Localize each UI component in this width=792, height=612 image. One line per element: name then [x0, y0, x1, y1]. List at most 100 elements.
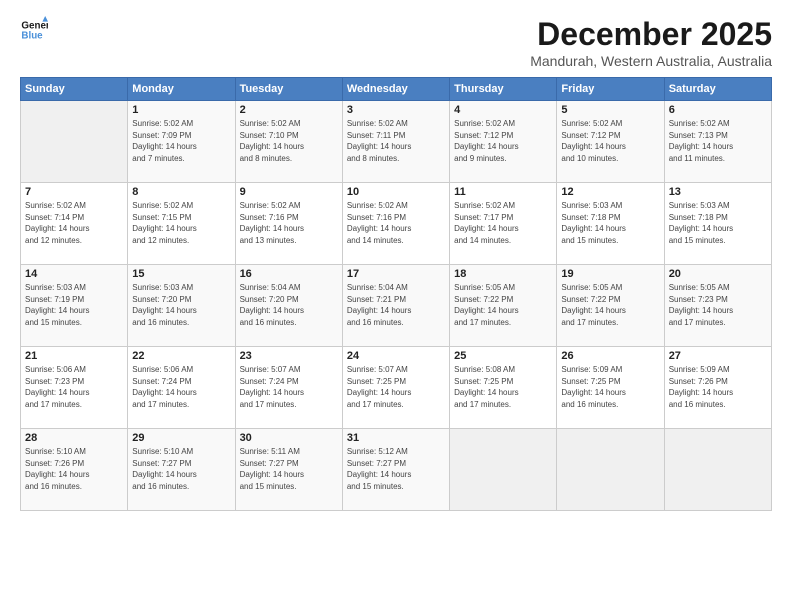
day-number: 29: [132, 432, 230, 444]
day-cell: [664, 429, 771, 511]
day-info: Sunrise: 5:03 AM Sunset: 7:18 PM Dayligh…: [561, 200, 659, 246]
day-info: Sunrise: 5:02 AM Sunset: 7:13 PM Dayligh…: [669, 118, 767, 164]
day-number: 30: [240, 432, 338, 444]
location-title: Mandurah, Western Australia, Australia: [530, 53, 772, 69]
day-info: Sunrise: 5:07 AM Sunset: 7:24 PM Dayligh…: [240, 364, 338, 410]
week-row-3: 14Sunrise: 5:03 AM Sunset: 7:19 PM Dayli…: [21, 265, 772, 347]
day-info: Sunrise: 5:02 AM Sunset: 7:14 PM Dayligh…: [25, 200, 123, 246]
day-cell: 3 Sunrise: 5:02 AM Sunset: 7:11 PM Daylig…: [342, 101, 449, 183]
day-cell: 6Sunrise: 5:02 AM Sunset: 7:13 PM Daylig…: [664, 101, 771, 183]
day-number: 18: [454, 268, 552, 280]
day-number: 17: [347, 268, 445, 280]
day-cell: 19 Sunrise: 5:05 AM Sunset: 7:22 PM Dayli…: [557, 265, 664, 347]
day-number: 8: [132, 186, 230, 198]
day-cell: 9 Sunrise: 5:02 AM Sunset: 7:16 PM Daylig…: [235, 183, 342, 265]
day-info: Sunrise: 5:04 AM Sunset: 7:21 PM Dayligh…: [347, 282, 445, 328]
day-number: 11: [454, 186, 552, 198]
day-number: 22: [132, 350, 230, 362]
month-title: December 2025: [530, 16, 772, 53]
day-cell: 23 Sunrise: 5:07 AM Sunset: 7:24 PM Dayli…: [235, 347, 342, 429]
header-cell-tuesday: Tuesday: [235, 78, 342, 101]
day-info: Sunrise: 5:05 AM Sunset: 7:22 PM Dayligh…: [561, 282, 659, 328]
week-row-2: 7 Sunrise: 5:02 AM Sunset: 7:14 PM Daylig…: [21, 183, 772, 265]
day-cell: 30 Sunrise: 5:11 AM Sunset: 7:27 PM Dayli…: [235, 429, 342, 511]
header: General Blue General Blue December 2025 …: [20, 16, 772, 69]
day-cell: 15 Sunrise: 5:03 AM Sunset: 7:20 PM Dayli…: [128, 265, 235, 347]
day-info: Sunrise: 5:07 AM Sunset: 7:25 PM Dayligh…: [347, 364, 445, 410]
header-cell-monday: Monday: [128, 78, 235, 101]
day-info: Sunrise: 5:10 AM Sunset: 7:26 PM Dayligh…: [25, 446, 123, 492]
day-info: Sunrise: 5:09 AM Sunset: 7:26 PM Dayligh…: [669, 364, 767, 410]
day-number: 31: [347, 432, 445, 444]
day-cell: 21 Sunrise: 5:06 AM Sunset: 7:23 PM Dayli…: [21, 347, 128, 429]
day-number: 24: [347, 350, 445, 362]
week-row-1: 1 Sunrise: 5:02 AM Sunset: 7:09 PM Daylig…: [21, 101, 772, 183]
day-number: 12: [561, 186, 659, 198]
day-info: Sunrise: 5:02 AM Sunset: 7:16 PM Dayligh…: [347, 200, 445, 246]
day-info: Sunrise: 5:03 AM Sunset: 7:18 PM Dayligh…: [669, 200, 767, 246]
day-cell: 28Sunrise: 5:10 AM Sunset: 7:26 PM Dayli…: [21, 429, 128, 511]
day-cell: 2 Sunrise: 5:02 AM Sunset: 7:10 PM Daylig…: [235, 101, 342, 183]
day-number: 23: [240, 350, 338, 362]
week-row-5: 28Sunrise: 5:10 AM Sunset: 7:26 PM Dayli…: [21, 429, 772, 511]
day-number: 5: [561, 104, 659, 116]
day-number: 14: [25, 268, 123, 280]
calendar-table: SundayMondayTuesdayWednesdayThursdayFrid…: [20, 77, 772, 511]
day-info: Sunrise: 5:02 AM Sunset: 7:12 PM Dayligh…: [454, 118, 552, 164]
logo-icon: General Blue: [20, 16, 48, 44]
day-cell: 1 Sunrise: 5:02 AM Sunset: 7:09 PM Daylig…: [128, 101, 235, 183]
day-number: 1: [132, 104, 230, 116]
day-number: 2: [240, 104, 338, 116]
day-info: Sunrise: 5:02 AM Sunset: 7:09 PM Dayligh…: [132, 118, 230, 164]
day-cell: 8 Sunrise: 5:02 AM Sunset: 7:15 PM Daylig…: [128, 183, 235, 265]
day-cell: 10Sunrise: 5:02 AM Sunset: 7:16 PM Dayli…: [342, 183, 449, 265]
day-number: 13: [669, 186, 767, 198]
day-cell: 24 Sunrise: 5:07 AM Sunset: 7:25 PM Dayli…: [342, 347, 449, 429]
day-info: Sunrise: 5:02 AM Sunset: 7:11 PM Dayligh…: [347, 118, 445, 164]
day-cell: [21, 101, 128, 183]
day-info: Sunrise: 5:09 AM Sunset: 7:25 PM Dayligh…: [561, 364, 659, 410]
day-cell: 31 Sunrise: 5:12 AM Sunset: 7:27 PM Dayli…: [342, 429, 449, 511]
day-number: 9: [240, 186, 338, 198]
day-number: 26: [561, 350, 659, 362]
day-cell: 14Sunrise: 5:03 AM Sunset: 7:19 PM Dayli…: [21, 265, 128, 347]
day-cell: 27 Sunrise: 5:09 AM Sunset: 7:26 PM Dayli…: [664, 347, 771, 429]
day-cell: 7 Sunrise: 5:02 AM Sunset: 7:14 PM Daylig…: [21, 183, 128, 265]
day-cell: 13 Sunrise: 5:03 AM Sunset: 7:18 PM Dayli…: [664, 183, 771, 265]
day-number: 19: [561, 268, 659, 280]
day-info: Sunrise: 5:08 AM Sunset: 7:25 PM Dayligh…: [454, 364, 552, 410]
day-number: 15: [132, 268, 230, 280]
day-cell: 22 Sunrise: 5:06 AM Sunset: 7:24 PM Dayli…: [128, 347, 235, 429]
day-info: Sunrise: 5:05 AM Sunset: 7:23 PM Dayligh…: [669, 282, 767, 328]
day-number: 16: [240, 268, 338, 280]
day-cell: 26 Sunrise: 5:09 AM Sunset: 7:25 PM Dayli…: [557, 347, 664, 429]
day-info: Sunrise: 5:02 AM Sunset: 7:15 PM Dayligh…: [132, 200, 230, 246]
day-number: 7: [25, 186, 123, 198]
day-cell: [557, 429, 664, 511]
day-number: 21: [25, 350, 123, 362]
header-row: SundayMondayTuesdayWednesdayThursdayFrid…: [21, 78, 772, 101]
day-info: Sunrise: 5:06 AM Sunset: 7:24 PM Dayligh…: [132, 364, 230, 410]
day-info: Sunrise: 5:11 AM Sunset: 7:27 PM Dayligh…: [240, 446, 338, 492]
header-cell-saturday: Saturday: [664, 78, 771, 101]
day-cell: 18Sunrise: 5:05 AM Sunset: 7:22 PM Dayli…: [450, 265, 557, 347]
header-cell-thursday: Thursday: [450, 78, 557, 101]
day-info: Sunrise: 5:04 AM Sunset: 7:20 PM Dayligh…: [240, 282, 338, 328]
title-block: December 2025 Mandurah, Western Australi…: [530, 16, 772, 69]
day-info: Sunrise: 5:02 AM Sunset: 7:16 PM Dayligh…: [240, 200, 338, 246]
day-info: Sunrise: 5:06 AM Sunset: 7:23 PM Dayligh…: [25, 364, 123, 410]
day-cell: 12 Sunrise: 5:03 AM Sunset: 7:18 PM Dayli…: [557, 183, 664, 265]
day-cell: 16 Sunrise: 5:04 AM Sunset: 7:20 PM Dayli…: [235, 265, 342, 347]
svg-text:Blue: Blue: [21, 30, 43, 41]
day-number: 27: [669, 350, 767, 362]
day-info: Sunrise: 5:12 AM Sunset: 7:27 PM Dayligh…: [347, 446, 445, 492]
day-info: Sunrise: 5:10 AM Sunset: 7:27 PM Dayligh…: [132, 446, 230, 492]
day-cell: 11Sunrise: 5:02 AM Sunset: 7:17 PM Dayli…: [450, 183, 557, 265]
day-info: Sunrise: 5:02 AM Sunset: 7:12 PM Dayligh…: [561, 118, 659, 164]
day-info: Sunrise: 5:02 AM Sunset: 7:10 PM Dayligh…: [240, 118, 338, 164]
day-cell: 20Sunrise: 5:05 AM Sunset: 7:23 PM Dayli…: [664, 265, 771, 347]
day-number: 25: [454, 350, 552, 362]
day-number: 3: [347, 104, 445, 116]
day-info: Sunrise: 5:03 AM Sunset: 7:20 PM Dayligh…: [132, 282, 230, 328]
page: General Blue General Blue December 2025 …: [0, 0, 792, 612]
